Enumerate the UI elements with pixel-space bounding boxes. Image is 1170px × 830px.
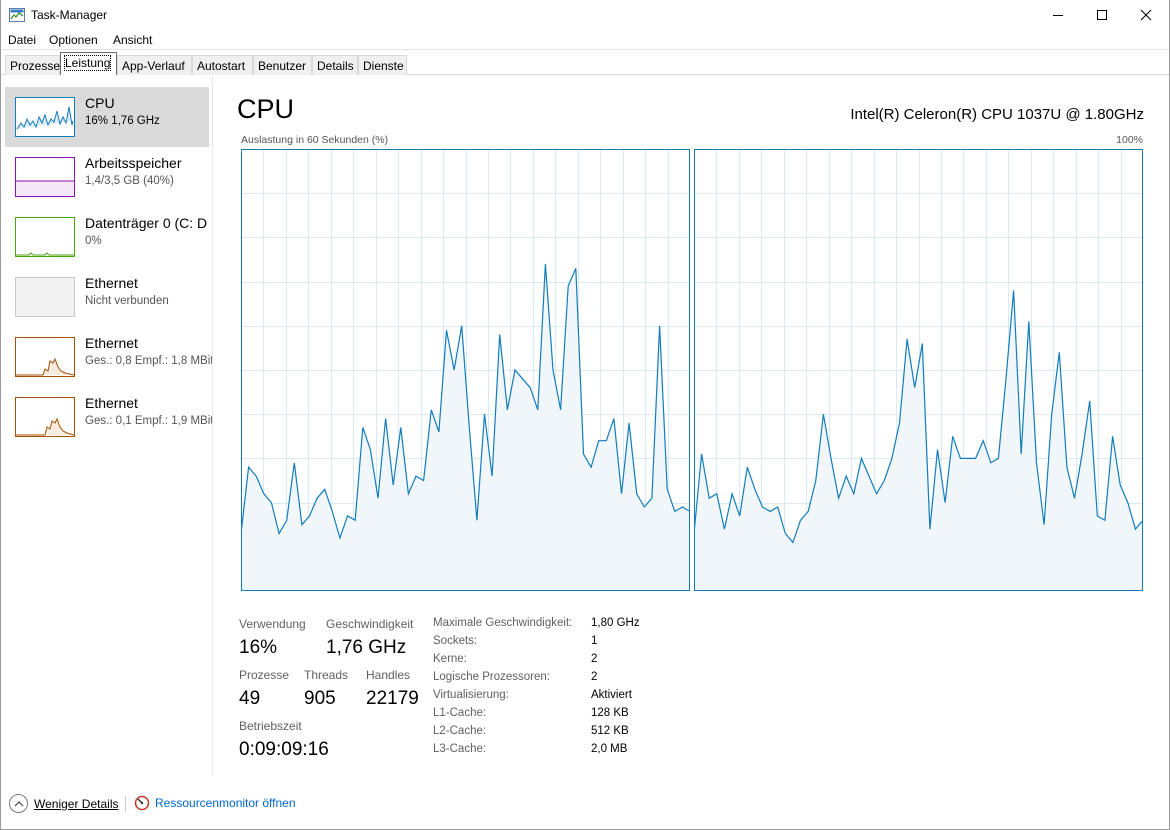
uptime-value: 0:09:09:16	[239, 739, 329, 760]
tab-label: Benutzer	[258, 59, 307, 73]
fewer-details-button[interactable]: Weniger Details	[9, 794, 118, 813]
tab-prozesse[interactable]: Prozesse	[5, 55, 60, 75]
detail-value: 128 KB	[591, 707, 629, 719]
disk-thumbnail-icon	[15, 217, 75, 257]
memory-thumbnail-icon	[15, 157, 75, 197]
sidebar-item-memory[interactable]: Arbeitsspeicher 1,4/3,5 GB (40%)	[5, 147, 209, 207]
tab-label: Autostart	[197, 59, 246, 73]
resource-monitor-link[interactable]: Ressourcenmonitor öffnen	[134, 795, 296, 811]
speed-value: 1,76 GHz	[326, 637, 407, 658]
menu-bar: Datei Optionen Ansicht	[1, 30, 1169, 50]
ethernet-thumbnail-icon	[15, 277, 75, 317]
sidebar-item-cpu[interactable]: CPU 16% 1,76 GHz	[5, 87, 209, 147]
footer-divider	[125, 796, 126, 812]
usage-value: 16%	[239, 637, 278, 658]
tab-leistung[interactable]: Leistung	[60, 52, 117, 75]
detail-key: Kerne:	[433, 653, 467, 665]
task-manager-window: Task-Manager Datei Optionen Ansicht Proz…	[0, 0, 1170, 830]
ethernet-thumbnail-icon	[15, 397, 75, 437]
resource-monitor-label: Ressourcenmonitor öffnen	[155, 796, 296, 810]
cpu-thumbnail-icon	[15, 97, 75, 137]
sidebar-item-detail: Ges.: 0,8 Empf.: 1,8 MBit	[85, 355, 213, 367]
tab-benutzer[interactable]: Benutzer	[253, 55, 312, 75]
handles-label: Handles	[366, 668, 411, 682]
detail-value: Aktiviert	[591, 689, 632, 701]
maximize-button[interactable]	[1079, 0, 1125, 30]
detail-value: 512 KB	[591, 725, 629, 737]
sidebar-item-label: Ethernet	[85, 395, 138, 411]
sidebar-item-ethernet-3[interactable]: Ethernet Ges.: 0,1 Empf.: 1,9 MBit	[5, 387, 212, 447]
cpu-graph-core-0[interactable]	[241, 149, 690, 591]
detail-key: L1-Cache:	[433, 707, 487, 719]
detail-key: L2-Cache:	[433, 725, 487, 737]
speed-label: Geschwindigkeit	[326, 617, 414, 631]
chevron-up-icon	[9, 794, 28, 813]
cpu-graph-core-1[interactable]	[694, 149, 1143, 591]
handles-value: 22179	[366, 688, 419, 709]
detail-value: 2	[591, 671, 598, 683]
tab-bar: Prozesse Leistung App-Verlauf Autostart …	[1, 52, 1169, 75]
uptime-label: Betriebszeit	[239, 719, 302, 733]
footer-bar: Weniger Details Ressourcenmonitor öffnen	[1, 788, 1169, 820]
fewer-details-label: Weniger Details	[34, 796, 119, 811]
usage-label: Verwendung	[239, 617, 306, 631]
sidebar-item-label: Ethernet	[85, 335, 138, 351]
resource-monitor-icon	[134, 795, 150, 811]
sidebar-item-label: Ethernet	[85, 275, 138, 291]
sidebar-item-detail: 1,4/3,5 GB (40%)	[85, 175, 174, 187]
menu-optionen[interactable]: Optionen	[49, 33, 98, 47]
sidebar-item-label: Datenträger 0 (C: D	[85, 215, 208, 231]
cpu-model-name: Intel(R) Celeron(R) CPU 1037U @ 1.80GHz	[850, 106, 1144, 123]
sidebar-item-ethernet-2[interactable]: Ethernet Ges.: 0,8 Empf.: 1,8 MBit	[5, 327, 212, 387]
detail-key: Virtualisierung:	[433, 689, 509, 701]
sidebar-item-disk[interactable]: Datenträger 0 (C: D 0%	[5, 207, 209, 267]
detail-key: Maximale Geschwindigkeit:	[433, 617, 573, 629]
detail-key: Logische Prozessoren:	[433, 671, 550, 683]
processes-value: 49	[239, 688, 261, 709]
tab-label: Leistung	[63, 55, 112, 71]
maximize-icon	[1097, 10, 1107, 20]
menu-ansicht[interactable]: Ansicht	[113, 33, 152, 47]
sidebar-item-label: Arbeitsspeicher	[85, 155, 182, 171]
tab-label: Dienste	[363, 59, 404, 73]
title-bar[interactable]: Task-Manager	[1, 0, 1169, 30]
sidebar-item-detail: 0%	[85, 235, 102, 247]
detail-key: Sockets:	[433, 635, 478, 647]
threads-label: Threads	[304, 668, 349, 682]
page-title: CPU	[237, 94, 295, 124]
tab-details[interactable]: Details	[312, 55, 358, 75]
tab-autostart[interactable]: Autostart	[192, 55, 253, 75]
tab-label: App-Verlauf	[122, 59, 185, 73]
detail-value: 1,80 GHz	[591, 617, 640, 629]
processes-label: Prozesse	[239, 668, 290, 682]
graph-caption: Auslastung in 60 Sekunden (%)	[241, 134, 389, 146]
close-button[interactable]	[1123, 0, 1169, 30]
minimize-button[interactable]	[1035, 0, 1081, 30]
tab-label: Prozesse	[10, 59, 61, 73]
detail-key: L3-Cache:	[433, 743, 487, 755]
detail-value: 2	[591, 653, 598, 665]
threads-value: 905	[304, 688, 336, 709]
menu-datei[interactable]: Datei	[8, 33, 36, 47]
ethernet-thumbnail-icon	[15, 337, 75, 377]
task-manager-icon	[9, 8, 25, 22]
sidebar-item-detail: Ges.: 0,1 Empf.: 1,9 MBit	[85, 415, 213, 427]
graph-max-label: 100%	[1116, 134, 1143, 146]
sidebar-item-detail: 16% 1,76 GHz	[85, 115, 160, 127]
tab-dienste[interactable]: Dienste	[358, 55, 407, 75]
tab-app-verlauf[interactable]: App-Verlauf	[117, 55, 192, 75]
detail-value: 1	[591, 635, 598, 647]
sidebar-item-label: CPU	[85, 95, 115, 111]
sidebar-item-detail: Nicht verbunden	[85, 295, 169, 307]
sidebar-item-ethernet-1[interactable]: Ethernet Nicht verbunden	[5, 267, 209, 327]
performance-sidebar: CPU 16% 1,76 GHz Arbeitsspeicher 1,4/3,5…	[1, 76, 213, 776]
tab-label: Details	[317, 59, 354, 73]
close-icon	[1140, 9, 1152, 21]
window-title: Task-Manager	[31, 8, 108, 22]
detail-value: 2,0 MB	[591, 743, 628, 755]
minimize-icon	[1053, 15, 1063, 16]
